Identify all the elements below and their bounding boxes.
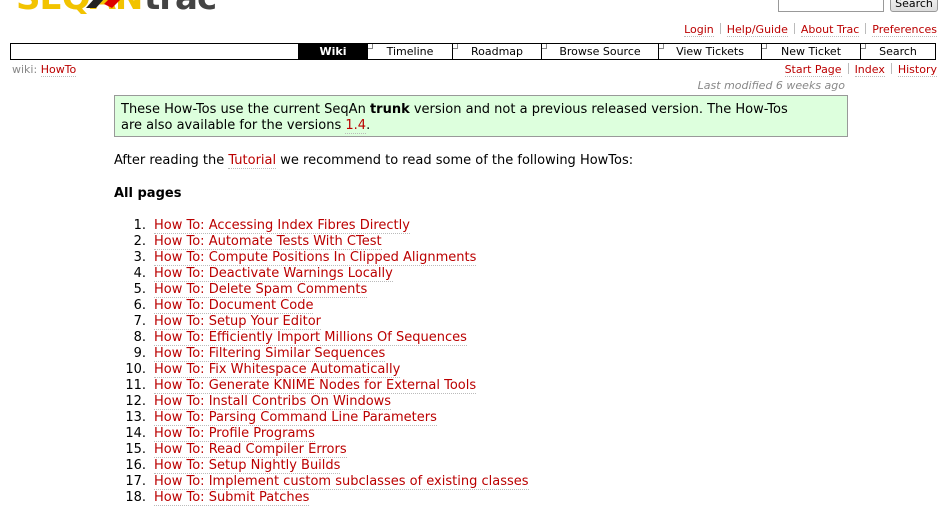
separator <box>719 23 721 34</box>
separator <box>865 23 867 34</box>
notice-trunk: trunk <box>369 102 410 117</box>
list-number: 13. <box>125 410 146 425</box>
list-item: 16. How To: Setup Nightly Builds <box>114 458 529 474</box>
version-1-4-link[interactable]: 1.4 <box>345 118 367 134</box>
list-number: 15. <box>125 442 146 457</box>
tutorial-link[interactable]: Tutorial <box>228 153 277 169</box>
notice-text: version and not a previous released vers… <box>409 102 788 117</box>
list-number: 10. <box>125 362 146 377</box>
list-item: 1. How To: Accessing Index Fibres Directl… <box>114 218 529 234</box>
list-item: 15. How To: Read Compiler Errors <box>114 442 529 458</box>
notice-text: These How-Tos use the current SeqAn <box>121 102 370 117</box>
list-item: 8. How To: Efficiently Import Millions Of… <box>114 330 529 346</box>
list-item: 4. How To: Deactivate Warnings Locally <box>114 266 529 282</box>
howto-link[interactable]: How To: Automate Tests With CTest <box>154 234 382 250</box>
separator <box>847 63 849 74</box>
list-number: 3. <box>133 250 146 265</box>
list-number: 9. <box>133 346 146 361</box>
howto-link[interactable]: How To: Filtering Similar Sequences <box>154 346 386 362</box>
list-number: 18. <box>125 490 146 505</box>
list-number: 2. <box>133 234 146 249</box>
list-number: 7. <box>133 314 146 329</box>
list-item: 14. How To: Profile Programs <box>114 426 529 442</box>
list-item: 11. How To: Generate KNIME Nodes for Exte… <box>114 378 529 394</box>
list-item: 5. How To: Delete Spam Comments <box>114 282 529 298</box>
all-pages-heading: All pages <box>114 186 182 201</box>
howto-link[interactable]: How To: Fix Whitespace Automatically <box>154 362 401 378</box>
list-number: 5. <box>133 282 146 297</box>
list-number: 16. <box>125 458 146 473</box>
logo-pen-icon <box>86 0 120 8</box>
breadcrumb: wiki: HowTo <box>12 63 77 77</box>
list-item: 12. How To: Install Contribs On Windows <box>114 394 529 410</box>
seqan-trac-logo[interactable]: SEQAN trac <box>16 0 236 16</box>
last-modified: Last modified 6 weeks ago <box>697 79 845 92</box>
list-item: 10. How To: Fix Whitespace Automatically <box>114 362 529 378</box>
list-number: 4. <box>133 266 146 281</box>
nav-tab-wiki[interactable]: Wiki <box>298 44 367 59</box>
nav-tab-new-ticket[interactable]: New Ticket <box>761 44 860 59</box>
breadcrumb-prefix: wiki: <box>12 63 38 76</box>
howto-link[interactable]: How To: Read Compiler Errors <box>154 442 347 458</box>
start-page-link[interactable]: Start Page <box>784 63 842 77</box>
howto-link[interactable]: How To: Setup Nightly Builds <box>154 458 341 474</box>
context-navigation: Start Page Index History <box>784 63 937 77</box>
list-item: 2. How To: Automate Tests With CTest <box>114 234 529 250</box>
howto-link[interactable]: How To: Profile Programs <box>154 426 315 442</box>
howto-link[interactable]: How To: Setup Your Editor <box>154 314 322 330</box>
howto-link[interactable]: How To: Submit Patches <box>154 490 310 506</box>
list-item: 9. How To: Filtering Similar Sequences <box>114 346 529 362</box>
howto-list: 1. How To: Accessing Index Fibres Directl… <box>114 218 529 506</box>
nav-tab-view-tickets[interactable]: View Tickets <box>658 44 761 59</box>
nav-tab-roadmap[interactable]: Roadmap <box>452 44 541 59</box>
search-button[interactable]: Search <box>890 0 938 12</box>
howto-link[interactable]: How To: Delete Spam Comments <box>154 282 368 298</box>
intro-paragraph: After reading the Tutorial we recommend … <box>114 153 634 169</box>
preferences-link[interactable]: Preferences <box>872 23 937 37</box>
list-item: 7. How To: Setup Your Editor <box>114 314 529 330</box>
howto-link[interactable]: How To: Parsing Command Line Parameters <box>154 410 437 426</box>
list-number: 12. <box>125 394 146 409</box>
howto-link[interactable]: How To: Document Code <box>154 298 314 314</box>
breadcrumb-howto-link[interactable]: HowTo <box>40 63 77 77</box>
separator <box>793 23 795 34</box>
howto-link[interactable]: How To: Accessing Index Fibres Directly <box>154 218 410 234</box>
logo-trac-text: trac <box>144 0 217 16</box>
list-number: 6. <box>133 298 146 313</box>
howto-link[interactable]: How To: Efficiently Import Millions Of S… <box>154 330 467 346</box>
list-item: 13. How To: Parsing Command Line Paramete… <box>114 410 529 426</box>
main-navigation: Wiki Timeline Roadmap Browse Source View Tic… <box>10 43 936 60</box>
howto-link[interactable]: How To: Install Contribs On Windows <box>154 394 392 410</box>
version-notice-box: These How-Tos use the current SeqAn trun… <box>114 95 848 137</box>
list-number: 17. <box>125 474 146 489</box>
notice-text: are also available for the versions <box>121 118 346 133</box>
intro-text: After reading the <box>114 153 229 168</box>
about-trac-link[interactable]: About Trac <box>800 23 860 37</box>
meta-navigation: Login Help/Guide About Trac Preferences <box>684 23 937 37</box>
help-guide-link[interactable]: Help/Guide <box>726 23 788 37</box>
separator <box>890 63 892 74</box>
history-link[interactable]: History <box>897 63 937 77</box>
howto-link[interactable]: How To: Compute Positions In Clipped Ali… <box>154 250 477 266</box>
search-input[interactable] <box>778 0 884 12</box>
list-number: 14. <box>125 426 146 441</box>
nav-tab-search[interactable]: Search <box>860 44 935 59</box>
list-number: 1. <box>133 218 146 233</box>
howto-link[interactable]: How To: Generate KNIME Nodes for Externa… <box>154 378 477 394</box>
howto-link[interactable]: How To: Deactivate Warnings Locally <box>154 266 393 282</box>
list-number: 8. <box>133 330 146 345</box>
nav-tab-browse-source[interactable]: Browse Source <box>541 44 658 59</box>
list-item: 6. How To: Document Code <box>114 298 529 314</box>
list-item: 18. How To: Submit Patches <box>114 490 529 506</box>
intro-text: we recommend to read some of the followi… <box>276 153 634 168</box>
list-number: 11. <box>125 378 146 393</box>
list-item: 17. How To: Implement custom subclasses o… <box>114 474 529 490</box>
nav-tab-timeline[interactable]: Timeline <box>367 44 452 59</box>
list-item: 3. How To: Compute Positions In Clipped A… <box>114 250 529 266</box>
howto-link[interactable]: How To: Implement custom subclasses of e… <box>154 474 529 490</box>
index-link[interactable]: Index <box>854 63 885 77</box>
login-link[interactable]: Login <box>684 23 714 37</box>
notice-text: . <box>366 118 371 133</box>
